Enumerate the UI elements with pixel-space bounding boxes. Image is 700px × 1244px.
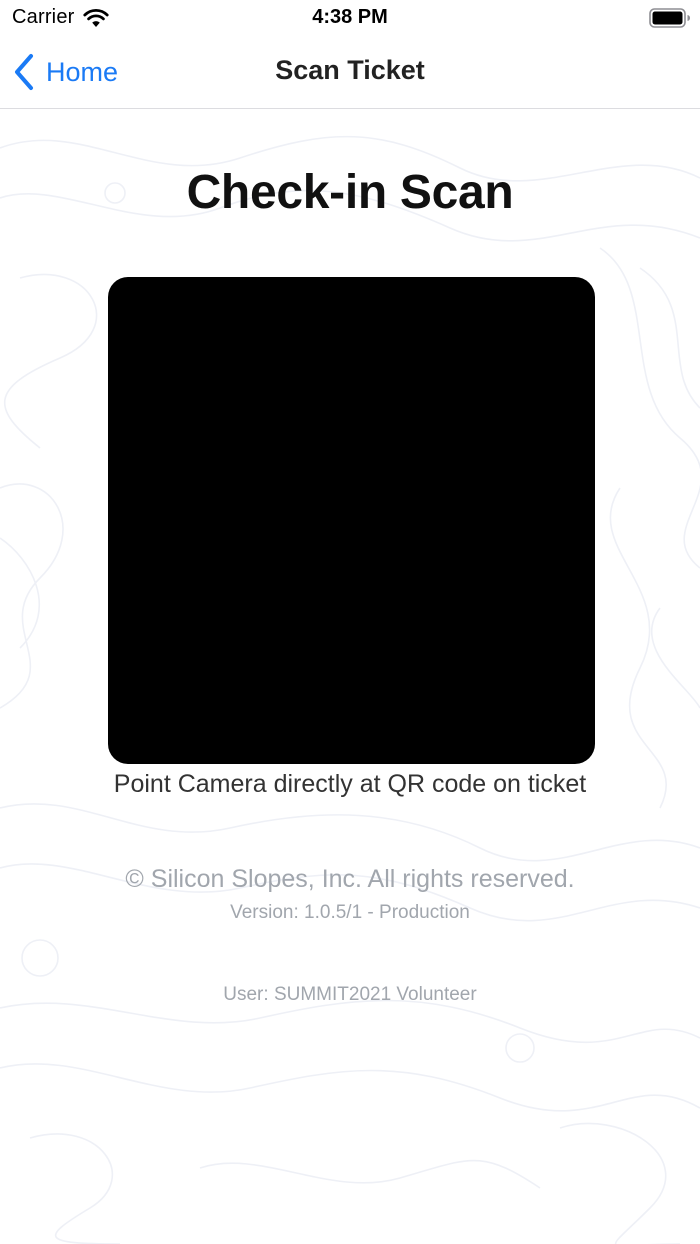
- camera-preview[interactable]: [108, 277, 595, 764]
- user-text: User: SUMMIT2021 Volunteer: [223, 984, 477, 1005]
- main-content: Check-in Scan Point Camera directly at Q…: [0, 108, 700, 1244]
- nav-title: Scan Ticket: [275, 55, 425, 85]
- version-text: Version: 1.0.5/1 - Production: [230, 902, 470, 923]
- copyright-text: © Silicon Slopes, Inc. All rights reserv…: [125, 865, 575, 893]
- navigation-bar: Home Scan Ticket: [0, 36, 700, 109]
- page-title: Check-in Scan: [186, 166, 514, 219]
- status-time: 4:38 PM: [312, 6, 388, 28]
- scan-instruction: Point Camera directly at QR code on tick…: [113, 770, 587, 798]
- battery-icon: [649, 8, 690, 28]
- status-bar: Carrier 4:38 PM: [0, 0, 700, 36]
